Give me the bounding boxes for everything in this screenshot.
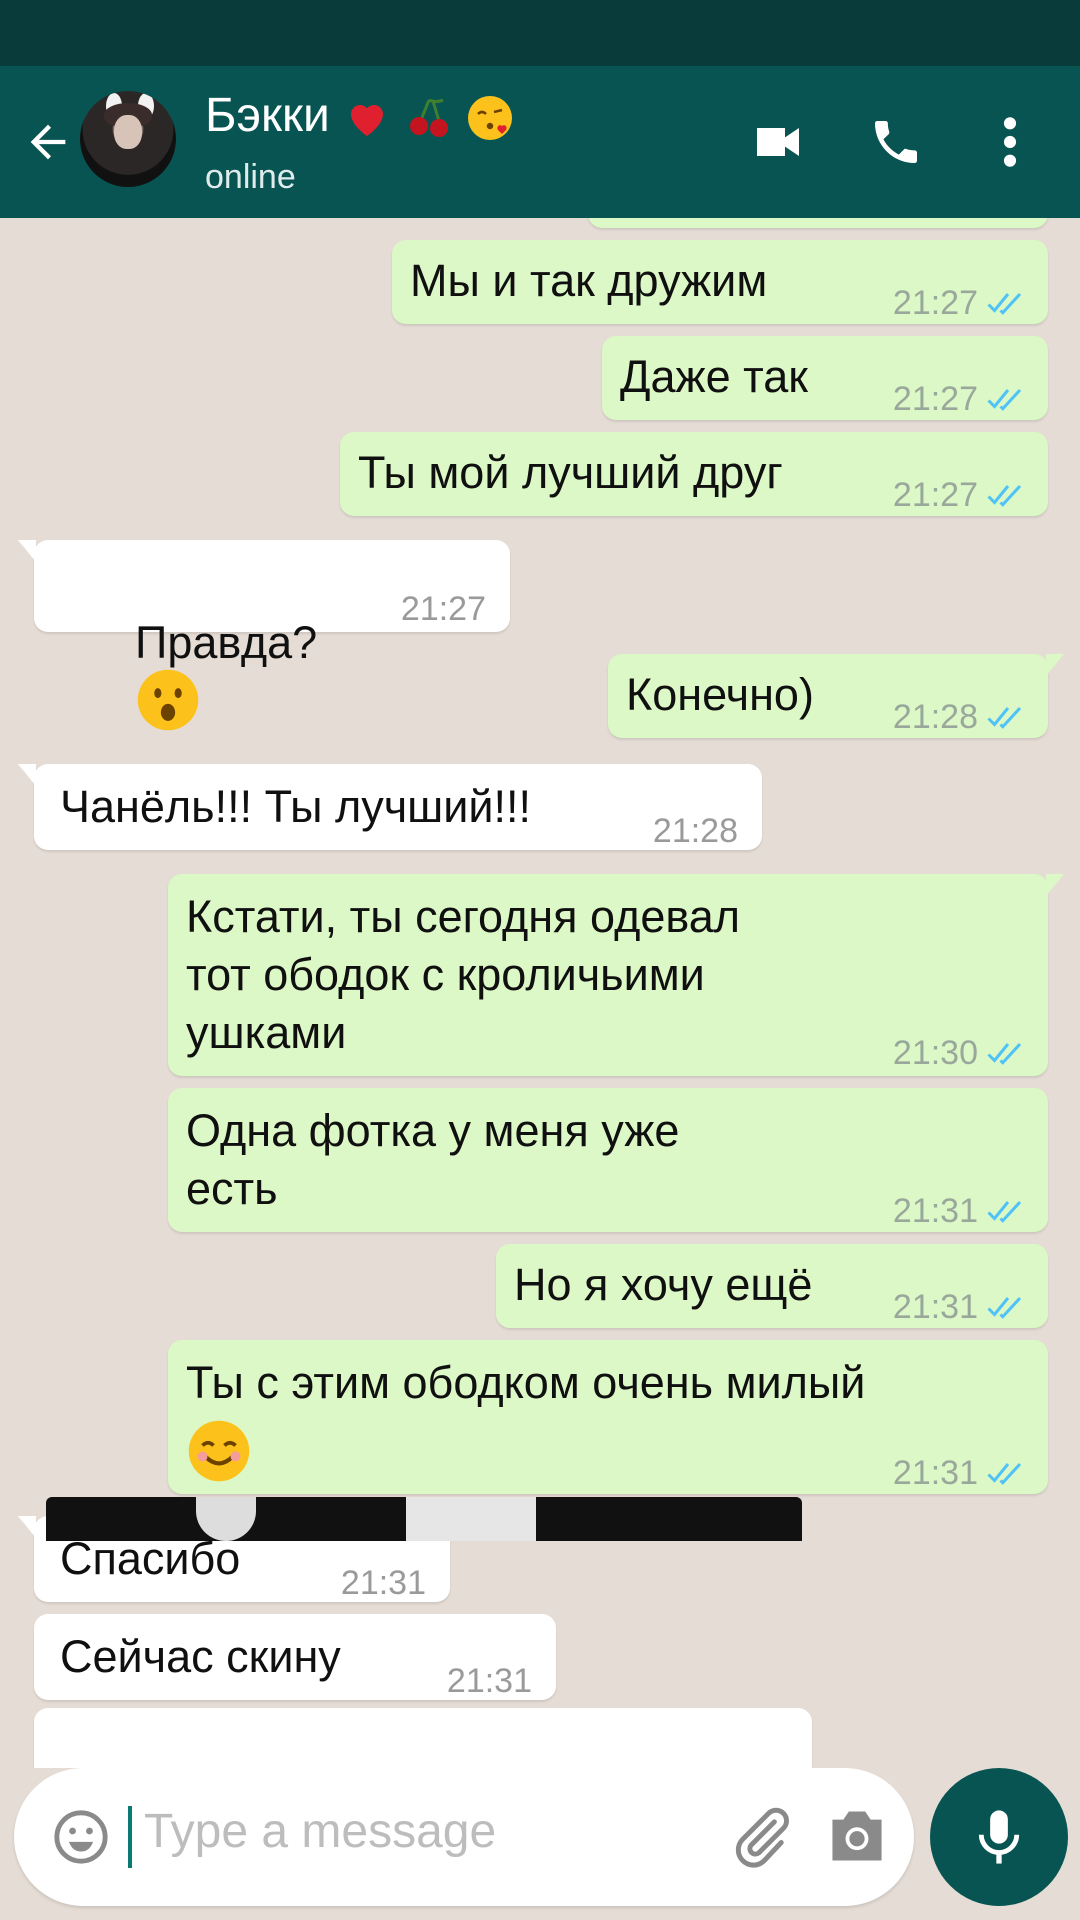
message-input-bar[interactable]: Type a message	[14, 1768, 914, 1906]
message-time: 21:31	[340, 1564, 426, 1602]
cherries-icon	[409, 98, 448, 138]
message-bubble-outgoing[interactable]: Ты мой лучший друг 21:27	[340, 432, 1048, 516]
message-text: Чанёль!!! Ты лучший!!!	[60, 781, 532, 832]
message-meta: 21:30	[893, 1024, 1024, 1082]
double-check-read-icon	[987, 292, 1022, 315]
message-time: 21:28	[892, 698, 978, 736]
message-text: Сейчас скину	[60, 1631, 341, 1682]
message-bubble-outgoing[interactable]: Кстати, ты сегодня одевал тот ободок с к…	[168, 874, 1064, 1076]
double-check-read-icon	[987, 484, 1022, 507]
message-time: 21:31	[892, 1454, 978, 1492]
message-time: 21:31	[892, 1192, 978, 1230]
message-bubble-incoming[interactable]: Сейчас скину 21:31	[34, 1614, 556, 1700]
red-heart-icon	[351, 105, 384, 137]
contact-name[interactable]: Бэкки	[205, 86, 514, 146]
message-meta: 21:31	[447, 1652, 532, 1710]
message-text: Кстати, ты сегодня одевал тот ободок с к…	[186, 891, 741, 1058]
double-check-read-icon	[987, 1296, 1022, 1319]
chat-header: Бэкки online	[0, 66, 1080, 218]
video-call-icon[interactable]	[748, 114, 808, 170]
message-meta: 21:27	[893, 274, 1024, 332]
message-text: Мы и так дружим	[410, 255, 768, 306]
message-meta: 21:27	[893, 466, 1024, 524]
message-time: 21:27	[892, 476, 978, 514]
double-check-read-icon	[987, 388, 1022, 411]
message-text: Правда?	[60, 556, 317, 791]
message-bubble-outgoing[interactable]: Одна фотка у меня уже есть 21:31	[168, 1088, 1048, 1232]
back-arrow-icon[interactable]	[22, 116, 74, 168]
message-time: 21:27	[892, 380, 978, 418]
face-blowing-kiss-icon	[467, 96, 512, 141]
message-time: 21:31	[892, 1288, 978, 1326]
message-text: Но я хочу ещё	[514, 1259, 813, 1310]
image-message-bubble[interactable]	[34, 1708, 812, 1768]
face-with-open-mouth-icon	[137, 669, 199, 731]
voice-record-button[interactable]	[930, 1768, 1068, 1906]
text-cursor	[128, 1806, 132, 1868]
voice-call-icon[interactable]	[866, 114, 926, 170]
more-options-icon[interactable]	[990, 114, 1030, 170]
message-time: 21:28	[652, 812, 738, 850]
message-time: 21:27	[892, 284, 978, 322]
message-meta: 21:28	[893, 688, 1024, 746]
contact-name-text: Бэкки	[205, 89, 330, 142]
microphone-icon	[978, 1810, 1020, 1864]
double-check-read-icon	[987, 1462, 1022, 1485]
message-meta: 21:27	[893, 370, 1024, 428]
double-check-read-icon	[987, 706, 1022, 729]
message-meta: 21:31	[341, 1554, 426, 1612]
message-meta: 21:31	[893, 1278, 1024, 1336]
message-text: Конечно)	[626, 669, 814, 720]
message-text-content: Правда?	[135, 617, 318, 668]
message-bubble-incoming[interactable]: Чанёль!!! Ты лучший!!! 21:28	[18, 764, 762, 850]
contact-avatar[interactable]	[80, 91, 176, 187]
message-bubble-outgoing[interactable]: Даже так 21:27	[602, 336, 1048, 420]
double-check-read-icon	[987, 1042, 1022, 1065]
avatar-face	[114, 115, 142, 149]
message-time: 21:27	[400, 590, 486, 628]
message-time: 21:30	[892, 1034, 978, 1072]
message-text: Ты с этим ободком очень милый	[186, 1357, 866, 1408]
message-input[interactable]: Type a message	[144, 1804, 496, 1859]
attachment-paperclip-icon[interactable]	[729, 1804, 795, 1870]
message-text: Даже так	[620, 351, 808, 402]
message-bubble-outgoing[interactable]: Мы и так дружим 21:27	[392, 240, 1048, 324]
image-preview[interactable]	[46, 1497, 802, 1541]
double-check-read-icon	[987, 1200, 1022, 1223]
message-text: Ты мой лучший друг	[358, 447, 783, 498]
contact-status: online	[205, 158, 296, 196]
message-meta: 21:28	[653, 802, 738, 860]
message-meta: 21:31	[893, 1182, 1024, 1240]
message-bubble-outgoing[interactable]: Но я хочу ещё 21:31	[496, 1244, 1048, 1328]
message-meta: 21:27	[401, 580, 486, 638]
message-text: Одна фотка у меня уже есть	[186, 1105, 680, 1214]
image-highlight	[406, 1497, 536, 1541]
status-bar	[0, 0, 1080, 66]
message-bubble-outgoing[interactable]: Конечно) 21:28	[608, 654, 1064, 738]
camera-icon[interactable]	[824, 1806, 890, 1866]
message-bubble-incoming[interactable]: Правда? 21:27	[18, 540, 510, 731]
emoji-icon[interactable]	[52, 1808, 110, 1866]
message-bubble-outgoing[interactable]: Ты с этим ободком очень милый 21:31	[168, 1340, 1048, 1494]
message-meta: 21:31	[893, 1444, 1024, 1502]
smiling-face-with-smiling-eyes-icon	[188, 1420, 250, 1482]
image-highlight	[196, 1497, 256, 1541]
message-time: 21:31	[446, 1662, 532, 1700]
partial-message-bubble[interactable]	[588, 218, 1048, 228]
